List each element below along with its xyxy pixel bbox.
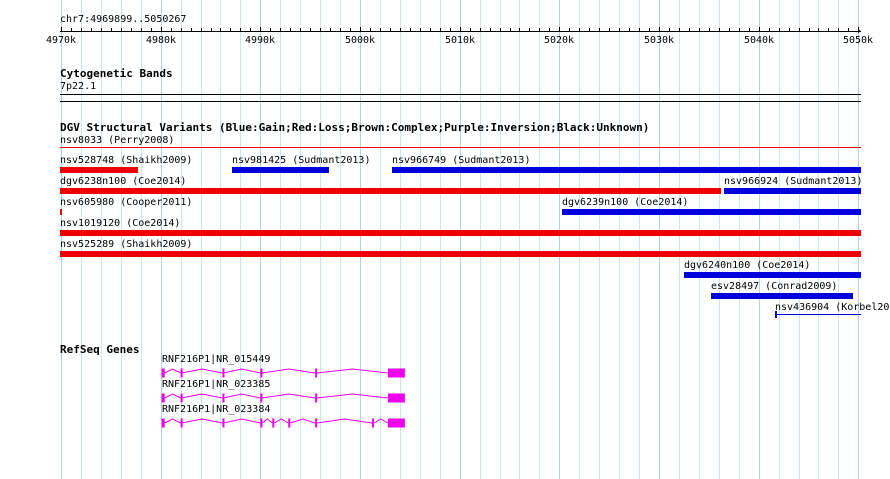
gene-intron [290,418,316,424]
gene-exon[interactable] [387,393,405,403]
gene-intron [223,393,261,399]
gene-exon[interactable] [161,368,165,378]
gene-intron [181,418,223,424]
gene-exon[interactable] [180,368,183,378]
gene-exon[interactable] [387,368,405,378]
gene-exon[interactable] [315,368,318,378]
gene-intron [181,368,223,374]
gene-intron [274,418,289,424]
gene-exon[interactable] [222,418,225,428]
gene-intron [164,418,181,424]
gene-exon[interactable] [180,393,183,403]
gene-exon[interactable] [315,418,318,428]
gene-intron [223,368,261,374]
gene-exon[interactable] [222,368,225,378]
gene-exon[interactable] [371,418,374,428]
gene-label[interactable]: RNF216P1|NR_015449 [162,354,270,365]
gene-exon[interactable] [260,393,263,403]
gene-exon[interactable] [161,393,165,403]
gene-intron [223,418,261,424]
gene-exon[interactable] [180,418,183,428]
gene-intron [262,393,316,399]
refseq-track: RefSeq Genes RNF216P1|NR_015449 RNF216P1|… [0,0,890,479]
gene-intron [373,418,389,424]
gene-label[interactable]: RNF216P1|NR_023384 [162,404,270,415]
gene-intron [262,368,316,374]
gene-exon[interactable] [288,418,291,428]
gene-intron [317,393,388,399]
gene-exon[interactable] [161,418,165,428]
gene-intron [317,418,373,424]
gene-intron [262,418,273,424]
gene-label[interactable]: RNF216P1|NR_023385 [162,379,270,390]
gene-exon[interactable] [222,393,225,403]
gene-intron [164,368,181,374]
gene-exon[interactable] [315,393,318,403]
gene-intron [181,393,223,399]
gene-exon[interactable] [260,418,263,428]
gene-intron [317,368,388,374]
gene-exon[interactable] [272,418,275,428]
gene-exon[interactable] [387,418,405,428]
refseq-gene-models [161,368,405,428]
gene-exon[interactable] [260,368,263,378]
genome-browser: chr7:4969899..5050267 4970k 4980k 4990k 500… [0,0,890,479]
gene-intron [164,393,181,399]
